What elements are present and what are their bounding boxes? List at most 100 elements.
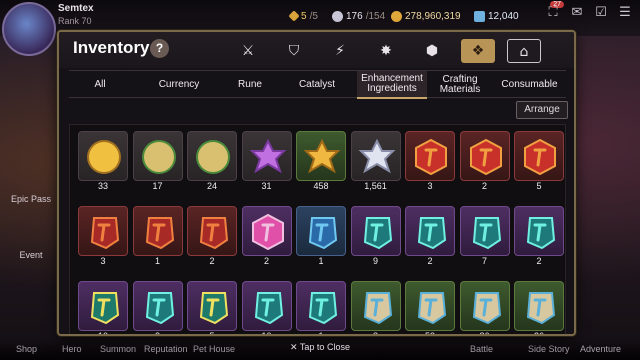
item-quantity: 1 <box>318 331 324 336</box>
tab-boxes[interactable]: ⬢ <box>415 39 449 63</box>
skystone-current: 176 <box>346 10 363 22</box>
item-tile <box>350 206 401 256</box>
item-grid: 33 17 24 31 458 1,561 3 2 5 3 1 2 2 1 9 2 7 2 10 3 5 10 1 8 53 86… <box>69 124 566 336</box>
box-icon: ⬢ <box>425 43 439 59</box>
item-quantity: 9 <box>372 256 378 266</box>
teal-rune-icon <box>145 292 174 325</box>
phantasma-green-icon <box>196 140 230 174</box>
quest-icon[interactable]: ☑ <box>592 4 610 22</box>
gold-amount: 278,960,319 <box>405 10 461 22</box>
skystone-resource[interactable]: 176/154 <box>332 9 385 23</box>
phantasma-gold-icon <box>87 140 121 174</box>
gem-amount: 12,040 <box>488 10 519 22</box>
tab-weapons[interactable]: ⚔ <box>231 39 265 63</box>
tap-to-close-label: Tap to Close <box>299 342 350 352</box>
map-icon[interactable]: ⛶ <box>544 4 562 22</box>
gold-resource[interactable]: 278,960,319 <box>391 9 461 23</box>
item-slot[interactable]: 458 <box>296 131 346 193</box>
item-tile <box>78 206 128 256</box>
help-button[interactable]: ? <box>150 39 169 58</box>
item-quantity: 3 <box>427 181 433 191</box>
item-quantity: 458 <box>313 181 329 191</box>
item-slot[interactable]: 3 <box>405 131 455 193</box>
player-rank: Rank 70 <box>58 16 92 26</box>
red-gem-icon <box>415 138 447 176</box>
item-slot[interactable]: 53 <box>405 281 455 334</box>
tab-catalysts[interactable]: ✸ <box>369 39 403 63</box>
subtab-consumable[interactable]: Consumable <box>493 71 566 99</box>
item-slot[interactable]: 1 <box>132 206 183 268</box>
item-slot[interactable]: 2 <box>187 206 237 268</box>
item-slot[interactable]: 1,561 <box>350 131 401 193</box>
item-quantity: 31 <box>261 181 272 191</box>
item-tile <box>241 281 292 331</box>
item-slot[interactable]: 1 <box>296 206 346 268</box>
item-tile <box>405 281 455 331</box>
subtab-crafting-materials[interactable]: Crafting Materials <box>429 71 491 99</box>
gem-icon <box>474 10 485 22</box>
epic-pass-label[interactable]: Epic Pass <box>6 194 56 204</box>
item-quantity: 24 <box>206 181 217 191</box>
item-slot[interactable]: 2 <box>241 206 292 268</box>
subtab-rune[interactable]: Rune <box>219 71 281 99</box>
yellow-rune-icon <box>90 292 120 325</box>
subtab-currency[interactable]: Currency <box>139 71 219 99</box>
event-label[interactable]: Event <box>6 250 56 260</box>
item-tile <box>296 281 346 331</box>
yellow-rune-icon <box>199 292 229 325</box>
stamina-resource[interactable]: 5/5 <box>288 9 318 23</box>
tab-armor[interactable]: ⛉ <box>277 39 311 63</box>
pink-potion-icon <box>251 213 284 251</box>
item-slot[interactable]: 10 <box>241 281 292 334</box>
item-slot[interactable]: 1 <box>296 281 346 336</box>
item-slot[interactable]: 3 <box>78 206 128 268</box>
item-slot[interactable]: 9 <box>350 206 401 268</box>
item-quantity: 10 <box>97 331 108 336</box>
subtab-all[interactable]: All <box>69 71 131 99</box>
item-slot[interactable]: 33 <box>78 131 128 193</box>
item-slot[interactable]: 8 <box>350 281 401 334</box>
item-slot[interactable]: 7 <box>459 206 510 268</box>
gem-resource[interactable]: 12,040 <box>474 9 519 23</box>
item-slot[interactable]: 2 <box>514 206 564 268</box>
penguin-purple-icon <box>249 138 286 174</box>
item-tile <box>350 281 401 331</box>
item-quantity: 1 <box>154 256 160 266</box>
item-slot[interactable]: 17 <box>132 131 183 193</box>
item-slot[interactable]: 36 <box>514 281 564 334</box>
item-tile <box>241 206 292 256</box>
item-tile <box>350 131 401 181</box>
item-slot[interactable]: 2 <box>405 206 455 268</box>
crystal-icon: ✸ <box>380 43 392 59</box>
item-slot[interactable]: 31 <box>241 131 292 193</box>
red-rune-icon <box>145 217 174 250</box>
item-slot[interactable]: 86 <box>459 281 510 334</box>
phantasma-green-icon <box>141 140 176 174</box>
item-tile <box>187 206 237 256</box>
item-slot[interactable]: 3 <box>132 281 183 334</box>
item-tile <box>459 131 510 181</box>
teal-rune-icon <box>526 217 556 250</box>
player-name: Semtex <box>58 3 94 14</box>
item-slot[interactable]: 5 <box>514 131 564 193</box>
item-slot[interactable]: 10 <box>78 281 128 336</box>
tab-housing[interactable]: ⌂ <box>507 39 541 63</box>
arrange-button[interactable]: Arrange <box>516 101 568 119</box>
item-tile <box>514 206 564 256</box>
skystone-max: /154 <box>365 10 386 22</box>
tap-to-close[interactable]: ✕ Tap to Close <box>0 342 640 353</box>
item-tile <box>405 131 455 181</box>
subtab-enhancement-ingredients[interactable]: Enhancement Ingredients <box>357 71 427 99</box>
menu-icon[interactable]: ☰ <box>616 4 634 22</box>
red-rune-icon <box>199 217 229 250</box>
item-slot[interactable]: 24 <box>187 131 237 193</box>
subtab-catalyst[interactable]: Catalyst <box>281 71 353 99</box>
item-slot[interactable]: 2 <box>459 131 510 193</box>
item-slot[interactable]: 5 <box>187 281 237 334</box>
mail-icon[interactable]: ✉ <box>568 4 586 22</box>
player-avatar[interactable] <box>2 2 56 56</box>
item-quantity: 1,561 <box>364 181 387 191</box>
item-tile <box>405 206 455 256</box>
tab-artifacts[interactable]: ⚡ <box>323 39 357 63</box>
tab-materials[interactable]: ❖ <box>461 39 495 63</box>
